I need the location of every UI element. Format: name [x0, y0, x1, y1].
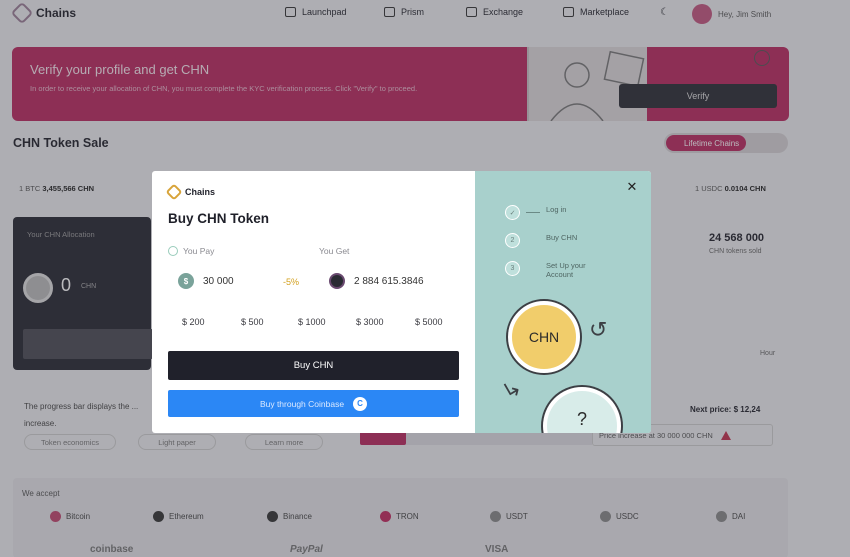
buy-form: Chains Buy CHN Token You Pay You Get $ 3…	[152, 171, 475, 433]
steps-panel: ✕ ✓ Log in 2 Buy CHN 3 Set Up your Accou…	[475, 171, 651, 433]
step-label: Set Up your Account	[546, 261, 586, 279]
step-connector	[526, 240, 540, 241]
step-connector	[526, 268, 540, 269]
step-connector	[526, 212, 540, 213]
wallet-icon	[168, 246, 178, 256]
coinbase-button-label: Buy through Coinbase	[259, 398, 345, 409]
dollar-icon: $	[178, 273, 194, 289]
preset-1000-button[interactable]: $ 1000	[298, 317, 326, 327]
curve-arrow-icon: ↳	[497, 374, 527, 406]
modal-brand-name: Chains	[185, 187, 216, 197]
step-set-up-account: 3 Set Up your Account	[505, 261, 602, 279]
chn-token-icon	[329, 273, 345, 289]
step-label: Buy CHN	[546, 233, 578, 242]
question-coin-illustration: ?	[543, 387, 621, 433]
you-get-label: You Get	[319, 246, 350, 256]
cycle-arrow-icon: ↺	[589, 317, 608, 342]
preset-200-button[interactable]: $ 200	[182, 317, 205, 327]
coinbase-icon: C	[353, 396, 368, 411]
preset-3000-button[interactable]: $ 3000	[356, 317, 384, 327]
preset-500-button[interactable]: $ 500	[241, 317, 264, 327]
pay-amount-field[interactable]: $ 30 000	[178, 273, 234, 289]
step-3-icon: 3	[505, 261, 520, 276]
chn-coin-illustration: CHN	[508, 301, 580, 373]
check-icon: ✓	[505, 205, 520, 220]
chains-logo-icon	[165, 183, 183, 201]
step-label: Log in	[546, 205, 567, 214]
buy-token-modal: Chains Buy CHN Token You Pay You Get $ 3…	[152, 171, 651, 433]
discount-badge: -5%	[283, 277, 300, 287]
close-icon[interactable]: ✕	[625, 179, 639, 194]
step-log-in: ✓ Log in	[505, 205, 566, 220]
step-2-icon: 2	[505, 233, 520, 248]
buy-chn-button[interactable]: Buy CHN	[168, 351, 459, 380]
get-amount-field: 2 884 615.3846	[329, 273, 424, 289]
buy-coinbase-button[interactable]: Buy through Coinbase C	[168, 390, 459, 417]
modal-brand: Chains	[165, 183, 216, 201]
modal-title: Buy CHN Token	[168, 211, 270, 226]
get-amount-value: 2 884 615.3846	[354, 275, 424, 287]
pay-amount-value: 30 000	[203, 275, 234, 287]
you-pay-text: You Pay	[183, 246, 215, 256]
preset-5000-button[interactable]: $ 5000	[415, 317, 443, 327]
step-buy-chn: 2 Buy CHN	[505, 233, 577, 248]
you-pay-label: You Pay	[168, 246, 214, 256]
